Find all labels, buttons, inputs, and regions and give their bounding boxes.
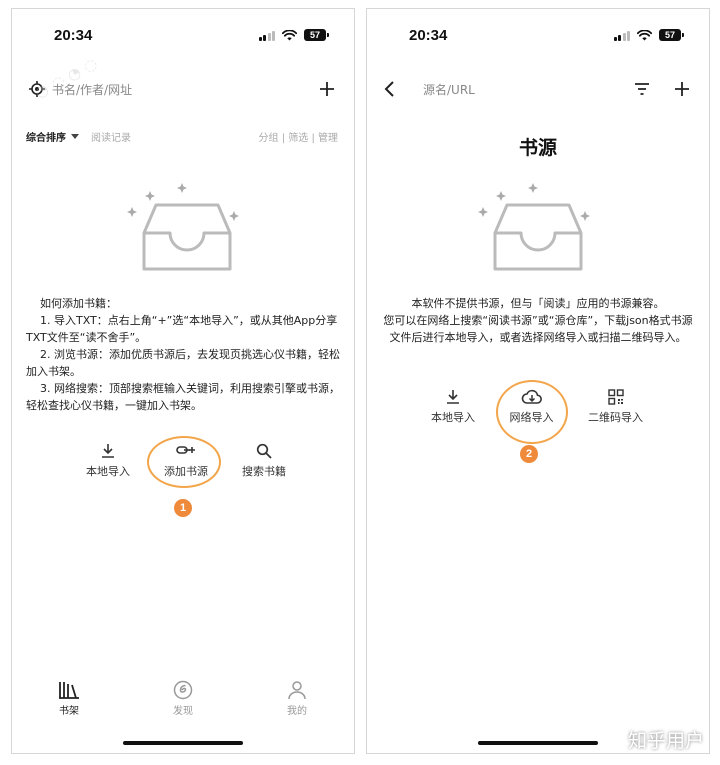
search-input[interactable]: 书名/作者/网址 bbox=[52, 81, 132, 98]
status-icons: 57 bbox=[258, 29, 329, 41]
local-import-button[interactable]: 本地导入 bbox=[86, 441, 130, 479]
battery-indicator: 57 bbox=[659, 29, 684, 41]
help-instructions: 如何添加书籍： 1. 导入TXT：点右上角“+”选“本地导入”，或从其他App分… bbox=[26, 295, 342, 414]
search-books-button[interactable]: 搜索书籍 bbox=[242, 441, 286, 479]
status-icons: 57 bbox=[613, 29, 684, 41]
book-source-screen: 20:34 57 源名/URL 书源 本软件不提供书源，但与「阅读」应用的书源兼… bbox=[366, 8, 710, 754]
sort-dropdown[interactable]: 综合排序 bbox=[26, 129, 66, 144]
source-info-line-2: 您可以在网络上搜索“阅读书源”或“源仓库”，下载json格式书源文件后进行本地导… bbox=[383, 314, 693, 344]
search-bar[interactable]: 书名/作者/网址 bbox=[28, 75, 340, 103]
filter-button[interactable] bbox=[629, 75, 655, 103]
back-arrow-icon[interactable] bbox=[383, 80, 397, 98]
help-step-1: 1. 导入TXT：点右上角“+”选“本地导入”，或从其他App分享TXT文件至“… bbox=[26, 314, 338, 344]
home-indicator bbox=[123, 741, 243, 745]
chevron-down-icon bbox=[71, 133, 79, 139]
source-info: 本软件不提供书源，但与「阅读」应用的书源兼容。 您可以在网络上搜索“阅读书源”或… bbox=[379, 295, 697, 346]
home-indicator bbox=[478, 741, 598, 745]
plus-icon bbox=[320, 82, 334, 96]
nav-discover-label: 发现 bbox=[173, 706, 193, 717]
sort-row: 综合排序 阅读记录 分组 | 筛选 | 管理 bbox=[26, 127, 338, 145]
nav-bookshelf[interactable]: 书架 bbox=[29, 679, 109, 719]
group-filter-manage-links[interactable]: 分组 | 筛选 | 管理 bbox=[259, 129, 338, 144]
local-import-label: 本地导入 bbox=[86, 465, 130, 478]
discover-icon bbox=[173, 680, 193, 700]
local-import-label: 本地导入 bbox=[431, 411, 475, 424]
nav-discover[interactable]: 发现 bbox=[143, 679, 223, 719]
nav-bookshelf-label: 书架 bbox=[59, 706, 79, 717]
empty-inbox-icon bbox=[478, 183, 590, 271]
wifi-icon bbox=[637, 29, 652, 40]
wifi-icon bbox=[282, 29, 297, 40]
person-icon bbox=[288, 681, 306, 700]
local-import-button[interactable]: 本地导入 bbox=[431, 387, 475, 425]
signal-icon bbox=[613, 30, 630, 41]
locate-icon[interactable] bbox=[28, 80, 46, 98]
step-badge: 1 bbox=[174, 499, 192, 517]
add-button[interactable] bbox=[669, 75, 695, 103]
nav-profile[interactable]: 我的 bbox=[257, 679, 337, 719]
qrcode-import-label: 二维码导入 bbox=[588, 411, 643, 424]
empty-inbox-icon bbox=[127, 183, 239, 271]
signal-icon bbox=[258, 30, 275, 41]
bookshelf-icon bbox=[59, 682, 79, 699]
status-time: 20:34 bbox=[54, 27, 93, 44]
highlight-circle bbox=[147, 436, 221, 488]
reading-history-link[interactable]: 阅读记录 bbox=[91, 129, 131, 144]
bottom-nav: 书架 发现 我的 bbox=[12, 679, 354, 719]
add-button[interactable] bbox=[314, 75, 340, 103]
page-title: 书源 bbox=[518, 137, 557, 159]
search-icon bbox=[256, 443, 272, 459]
source-info-line-1: 本软件不提供书源，但与「阅读」应用的书源兼容。 bbox=[411, 297, 665, 310]
step-badge: 2 bbox=[520, 445, 538, 463]
search-bar[interactable]: 源名/URL bbox=[383, 75, 695, 103]
filter-icon bbox=[635, 83, 649, 95]
download-icon bbox=[102, 444, 114, 458]
nav-profile-label: 我的 bbox=[287, 706, 307, 717]
plus-icon bbox=[675, 82, 689, 96]
highlight-circle bbox=[496, 380, 568, 444]
qrcode-icon bbox=[607, 389, 624, 405]
help-heading: 如何添加书籍： bbox=[40, 297, 117, 310]
battery-indicator: 57 bbox=[304, 29, 329, 41]
help-step-3: 3. 网络搜索：顶部搜索框输入关键词，利用搜索引擎或书源，轻松查找心仪书籍，一键… bbox=[26, 382, 340, 412]
download-icon bbox=[447, 390, 459, 404]
help-step-2: 2. 浏览书源：添加优质书源后，去发现页挑选心仪书籍，轻松加入书架。 bbox=[26, 348, 340, 378]
qrcode-import-button[interactable]: 二维码导入 bbox=[588, 387, 643, 425]
search-input[interactable]: 源名/URL bbox=[423, 81, 475, 98]
search-books-label: 搜索书籍 bbox=[242, 465, 286, 478]
status-time: 20:34 bbox=[409, 27, 448, 44]
bookshelf-screen: 20:34 57 书名/作者/网址 综合排序 阅读记录 分组 | 筛选 | 管理… bbox=[11, 8, 355, 754]
corner-watermark: 知乎用户 bbox=[627, 730, 704, 752]
